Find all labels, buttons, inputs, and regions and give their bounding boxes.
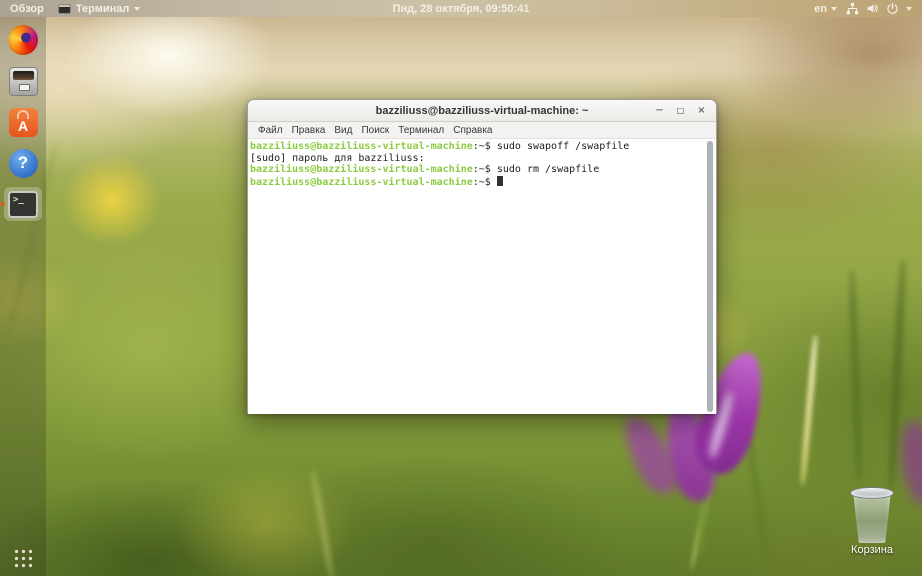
firefox-icon (8, 25, 38, 55)
dock: A ? >_ (0, 17, 46, 576)
terminal-window: bazziliuss@bazziliuss-virtual-machine: ~… (247, 99, 717, 413)
app-menu-label: Терминал (76, 3, 130, 15)
terminal-menubar: Файл Правка Вид Поиск Терминал Справка (248, 122, 716, 139)
network-wired-icon (846, 2, 859, 15)
menu-help[interactable]: Справка (453, 125, 492, 136)
terminal-icon: >_ (8, 191, 38, 218)
terminal-line: bazziliuss@bazziliuss-virtual-machine:~$ (250, 176, 702, 189)
menu-terminal[interactable]: Терминал (398, 125, 444, 136)
terminal-line: [sudo] пароль для bazziliuss: (250, 153, 702, 165)
show-applications-button[interactable] (13, 548, 33, 568)
chevron-down-icon (134, 7, 140, 11)
window-title: bazziliuss@bazziliuss-virtual-machine: ~ (248, 105, 716, 117)
terminal-app-icon (58, 4, 71, 14)
grass-blade (745, 430, 770, 569)
chevron-down-icon (831, 7, 837, 11)
close-button[interactable]: × (693, 102, 710, 119)
flower-petal (896, 418, 922, 507)
chevron-down-icon (906, 7, 912, 11)
window-titlebar[interactable]: bazziliuss@bazziliuss-virtual-machine: ~… (248, 100, 716, 122)
dock-item-firefox[interactable] (4, 23, 42, 57)
menu-file[interactable]: Файл (258, 125, 283, 136)
terminal-line: bazziliuss@bazziliuss-virtual-machine:~$… (250, 164, 702, 176)
dock-item-ubuntu-software[interactable]: A (4, 105, 42, 139)
terminal-scrollbar[interactable] (706, 140, 715, 413)
volume-icon (866, 2, 879, 15)
language-label: en (814, 3, 827, 15)
app-menu[interactable]: Терминал (58, 3, 141, 15)
top-bar: Обзор Терминал Пнд, 28 октября, 09:50:41… (0, 0, 922, 17)
minimize-button[interactable]: − (651, 102, 668, 119)
menu-search[interactable]: Поиск (361, 125, 389, 136)
desktop: Обзор Терминал Пнд, 28 октября, 09:50:41… (0, 0, 922, 576)
power-icon (886, 2, 899, 15)
dock-item-help[interactable]: ? (4, 146, 42, 180)
terminal-cursor (497, 176, 503, 186)
scrollbar-thumb[interactable] (707, 141, 713, 412)
system-status-area[interactable] (846, 2, 912, 15)
ubuntu-software-icon: A (9, 108, 38, 137)
menu-edit[interactable]: Правка (292, 125, 326, 136)
activities-button[interactable]: Обзор (10, 3, 44, 15)
trash-desktop-icon[interactable]: Корзина (844, 487, 900, 556)
dock-item-files[interactable] (4, 64, 42, 98)
maximize-button[interactable]: □ (672, 102, 689, 119)
trash-label: Корзина (844, 544, 900, 556)
file-manager-icon (9, 67, 38, 96)
grass-blade (848, 270, 862, 480)
grass-blade (310, 470, 334, 576)
keyboard-layout-indicator[interactable]: en (814, 3, 837, 15)
dock-item-terminal[interactable]: >_ (4, 187, 42, 221)
terminal-line: bazziliuss@bazziliuss-virtual-machine:~$… (250, 141, 702, 153)
trash-icon (850, 487, 894, 543)
menu-view[interactable]: Вид (334, 125, 352, 136)
terminal-content[interactable]: bazziliuss@bazziliuss-virtual-machine:~$… (248, 139, 716, 414)
help-icon: ? (9, 149, 38, 178)
grass-blade (799, 335, 818, 485)
